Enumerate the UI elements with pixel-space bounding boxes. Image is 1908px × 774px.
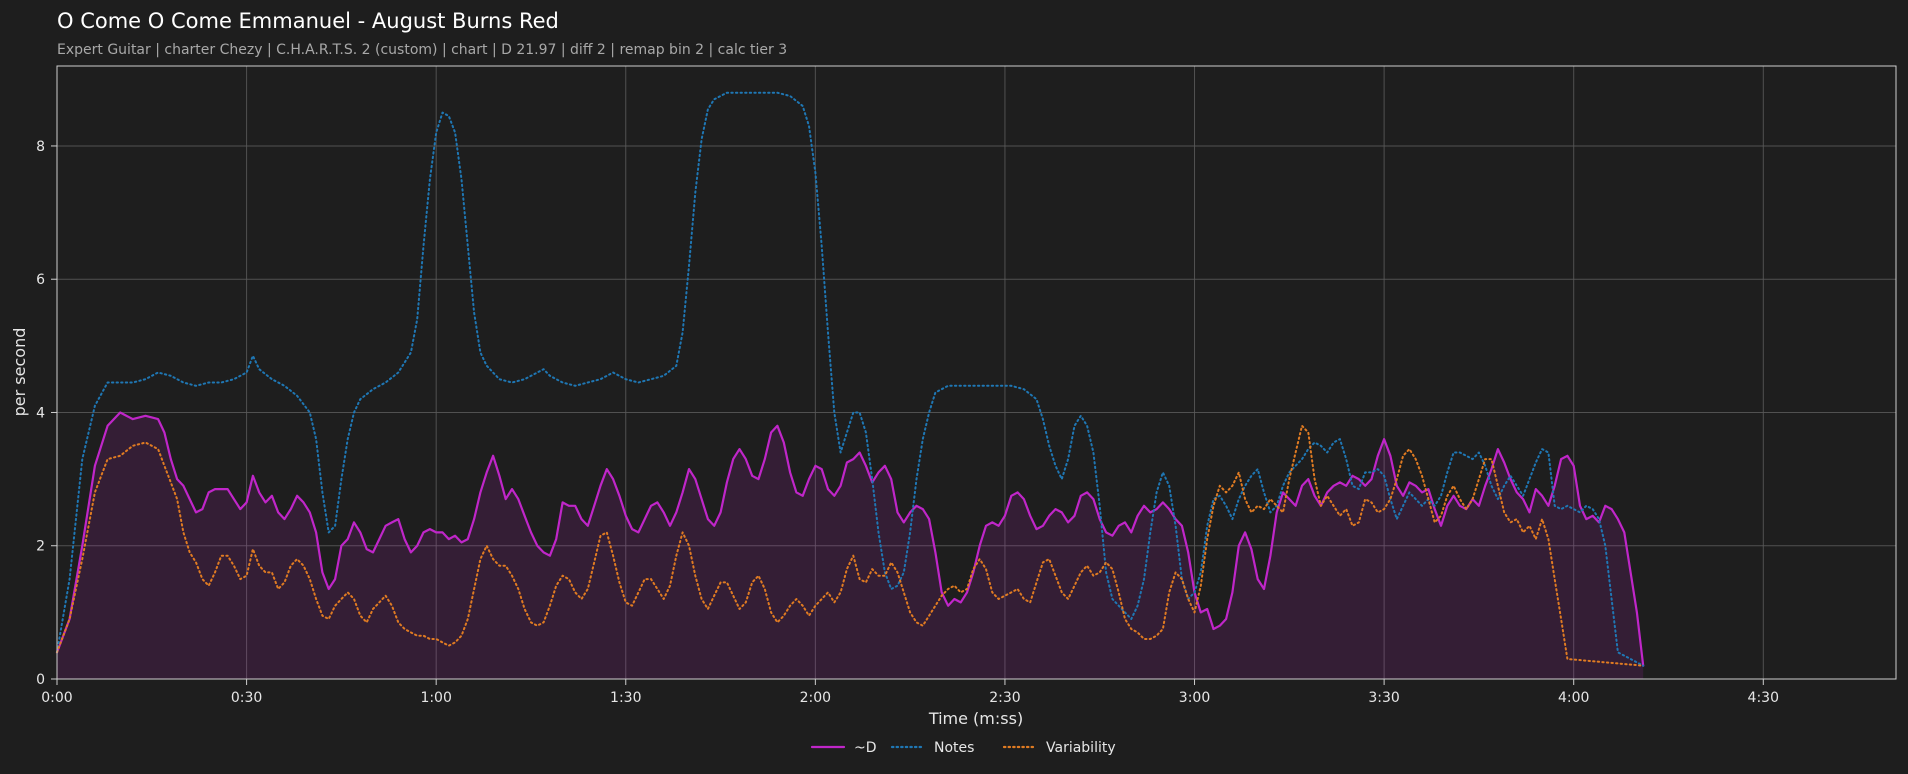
y-tick-label: 6 — [36, 272, 45, 288]
x-tick-label: 4:00 — [1558, 690, 1589, 706]
x-axis-label: Time (m:ss) — [928, 709, 1023, 728]
y-tick-label: 4 — [36, 405, 45, 421]
x-tick-label: 3:00 — [1179, 690, 1210, 706]
legend-item-2: Variability — [1002, 740, 1116, 756]
y-tick-label: 2 — [36, 539, 45, 555]
x-tick-label: 3:30 — [1368, 690, 1399, 706]
legend-label: ~D — [854, 740, 877, 756]
chart-subtitle: Expert Guitar | charter Chezy | C.H.A.R.… — [57, 42, 787, 58]
x-tick-label: 0:30 — [231, 690, 262, 706]
x-tick-label: 1:00 — [420, 690, 451, 706]
x-tick-label: 4:30 — [1748, 690, 1779, 706]
y-axis-label: per second — [10, 328, 29, 417]
y-tick-label: 0 — [36, 672, 45, 688]
chart: O Come O Come Emmanuel - August Burns Re… — [10, 9, 1897, 756]
x-tick-label: 1:30 — [610, 690, 641, 706]
x-tick-label: 0:00 — [41, 690, 72, 706]
legend-label: Variability — [1046, 740, 1116, 756]
legend: ~D Notes Variability — [810, 740, 1116, 756]
legend-label: Notes — [934, 740, 974, 756]
chart-title: O Come O Come Emmanuel - August Burns Re… — [57, 9, 559, 33]
x-tick-label: 2:00 — [800, 690, 831, 706]
legend-item-1: Notes — [890, 740, 974, 756]
legend-item-0: ~D — [810, 740, 877, 756]
y-tick-label: 8 — [36, 139, 45, 155]
x-tick-label: 2:30 — [989, 690, 1020, 706]
